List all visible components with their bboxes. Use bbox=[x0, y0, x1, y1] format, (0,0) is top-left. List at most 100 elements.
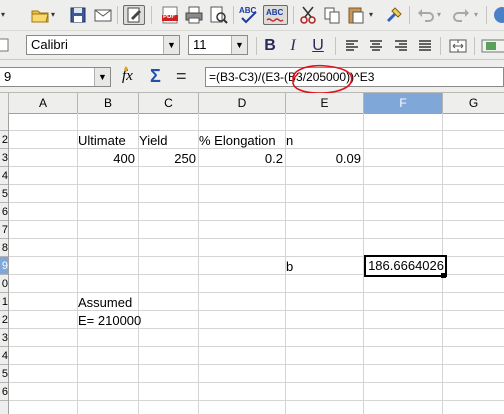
email-icon[interactable] bbox=[93, 5, 113, 25]
chevron-down-icon[interactable]: ▼ bbox=[163, 36, 179, 54]
sum-button[interactable]: Σ bbox=[150, 66, 161, 87]
cell-b2[interactable]: Ultimate bbox=[78, 131, 126, 149]
cell-e9[interactable]: b bbox=[286, 257, 293, 275]
formatting-toolbar: Calibri ▼ 11 ▼ B I U bbox=[0, 31, 504, 60]
column-header-b[interactable]: B bbox=[78, 93, 139, 113]
cell-c3[interactable]: 250 bbox=[139, 149, 196, 167]
spellcheck-icon[interactable]: ABC bbox=[238, 5, 260, 25]
row-header[interactable]: 8 bbox=[0, 239, 8, 257]
clone-formatting-icon[interactable] bbox=[384, 5, 404, 25]
cell-b11[interactable]: Assumed bbox=[78, 293, 132, 311]
autospellcheck-icon[interactable]: ABC bbox=[263, 5, 288, 25]
column-header-f[interactable]: F bbox=[364, 93, 443, 113]
function-equals-button[interactable]: = bbox=[176, 66, 187, 87]
row-header[interactable]: 3 bbox=[0, 329, 8, 347]
export-pdf-icon[interactable]: PDF bbox=[160, 5, 180, 25]
select-all-corner[interactable] bbox=[0, 93, 9, 113]
row-header[interactable]: 4 bbox=[0, 347, 8, 365]
cell-e2[interactable]: n bbox=[286, 131, 293, 149]
cell-b12[interactable]: E= 210000 bbox=[78, 311, 141, 329]
gridline bbox=[9, 400, 504, 401]
page-preview-icon[interactable] bbox=[208, 5, 228, 25]
styles-icon[interactable] bbox=[0, 35, 10, 55]
row-header[interactable] bbox=[0, 113, 8, 131]
row-header[interactable]: 1 bbox=[0, 293, 8, 311]
undo-icon[interactable] bbox=[415, 5, 435, 25]
chevron-down-icon[interactable]: ▼ bbox=[231, 36, 247, 54]
row-header[interactable]: 7 bbox=[0, 221, 8, 239]
paste-icon[interactable] bbox=[346, 5, 366, 25]
redo-icon[interactable] bbox=[452, 5, 472, 25]
underline-button[interactable]: U bbox=[309, 36, 327, 56]
column-header-d[interactable]: D bbox=[199, 93, 286, 113]
currency-format-icon[interactable] bbox=[480, 36, 504, 56]
column-header-g[interactable]: G bbox=[443, 93, 504, 113]
row-header[interactable]: 5 bbox=[0, 365, 8, 383]
cell-f9-active[interactable]: 186.6664026 bbox=[364, 255, 447, 277]
redo-dropdown-arrow-icon[interactable]: ▾ bbox=[474, 10, 478, 19]
fill-handle[interactable] bbox=[441, 273, 446, 278]
row-header[interactable]: 5 bbox=[0, 185, 8, 203]
row-header[interactable]: 4 bbox=[0, 167, 8, 185]
toolbar-separator bbox=[151, 6, 152, 24]
row-header[interactable]: 2 bbox=[0, 131, 8, 149]
gridline bbox=[9, 346, 504, 347]
gridline bbox=[9, 202, 504, 203]
row-header[interactable]: 9 bbox=[0, 257, 8, 275]
column-header-c[interactable]: C bbox=[139, 93, 199, 113]
column-headers: A B C D E F G bbox=[0, 93, 504, 114]
toolbar-separator bbox=[256, 37, 257, 55]
edit-file-icon[interactable] bbox=[123, 5, 145, 25]
align-left-icon[interactable] bbox=[343, 36, 361, 56]
row-header[interactable]: 0 bbox=[0, 275, 8, 293]
formula-bar: 9 ▼ fx Σ = =(B3-C3)/(E3-(B3/205000))^E3 bbox=[0, 60, 504, 94]
justify-icon[interactable] bbox=[416, 36, 434, 56]
spreadsheet-grid[interactable]: Ultimate Yield % Elongation n 400 250 0.… bbox=[9, 113, 504, 414]
toolbar-separator bbox=[409, 6, 410, 24]
toolbar-separator bbox=[293, 6, 294, 24]
open-dropdown-arrow-icon[interactable]: ▾ bbox=[51, 10, 55, 19]
print-icon[interactable] bbox=[184, 5, 204, 25]
row-header[interactable]: 6 bbox=[0, 383, 8, 401]
align-right-icon[interactable] bbox=[392, 36, 410, 56]
cell-b3[interactable]: 400 bbox=[78, 149, 135, 167]
cell-d2[interactable]: % Elongation bbox=[199, 131, 276, 149]
save-icon[interactable] bbox=[68, 5, 88, 25]
gridline bbox=[9, 220, 504, 221]
toolbar-separator bbox=[117, 6, 118, 24]
font-size-combo[interactable]: 11 ▼ bbox=[188, 35, 248, 55]
font-name-combo[interactable]: Calibri ▼ bbox=[26, 35, 180, 55]
toolbar-separator bbox=[335, 37, 336, 55]
font-name-value: Calibri bbox=[31, 37, 68, 52]
toolbar-separator bbox=[486, 6, 487, 24]
new-dropdown-arrow-icon[interactable]: ▾ bbox=[1, 10, 5, 19]
gridline bbox=[9, 238, 504, 239]
align-center-icon[interactable] bbox=[367, 36, 385, 56]
open-folder-icon[interactable] bbox=[30, 5, 50, 25]
chevron-down-icon[interactable]: ▼ bbox=[94, 68, 110, 86]
row-header[interactable]: 2 bbox=[0, 311, 8, 329]
hyperlink-icon[interactable] bbox=[492, 5, 504, 25]
row-header[interactable]: 6 bbox=[0, 203, 8, 221]
italic-button[interactable]: I bbox=[284, 36, 302, 56]
undo-dropdown-arrow-icon[interactable]: ▾ bbox=[437, 10, 441, 19]
cell-d3[interactable]: 0.2 bbox=[199, 149, 283, 167]
column-header-a[interactable]: A bbox=[9, 93, 78, 113]
name-box-value: 9 bbox=[4, 69, 12, 84]
paste-dropdown-arrow-icon[interactable]: ▾ bbox=[369, 10, 373, 19]
gridline bbox=[9, 184, 504, 185]
name-box[interactable]: 9 ▼ bbox=[0, 67, 111, 87]
toolbar-separator bbox=[233, 6, 234, 24]
row-header[interactable]: 3 bbox=[0, 149, 8, 167]
spellcheck-label: ABC bbox=[239, 6, 257, 15]
copy-icon[interactable] bbox=[322, 5, 342, 25]
merge-cells-icon[interactable] bbox=[448, 36, 468, 56]
font-size-value: 11 bbox=[193, 37, 207, 52]
bold-button[interactable]: B bbox=[261, 36, 279, 56]
cell-c2[interactable]: Yield bbox=[139, 131, 167, 149]
cell-e3[interactable]: 0.09 bbox=[286, 149, 361, 167]
sparkle-icon bbox=[124, 66, 128, 72]
cut-icon[interactable] bbox=[298, 5, 318, 25]
row-headers: 2 3 4 5 6 7 8 9 0 1 2 3 4 5 6 bbox=[0, 113, 9, 414]
column-header-e[interactable]: E bbox=[286, 93, 364, 113]
